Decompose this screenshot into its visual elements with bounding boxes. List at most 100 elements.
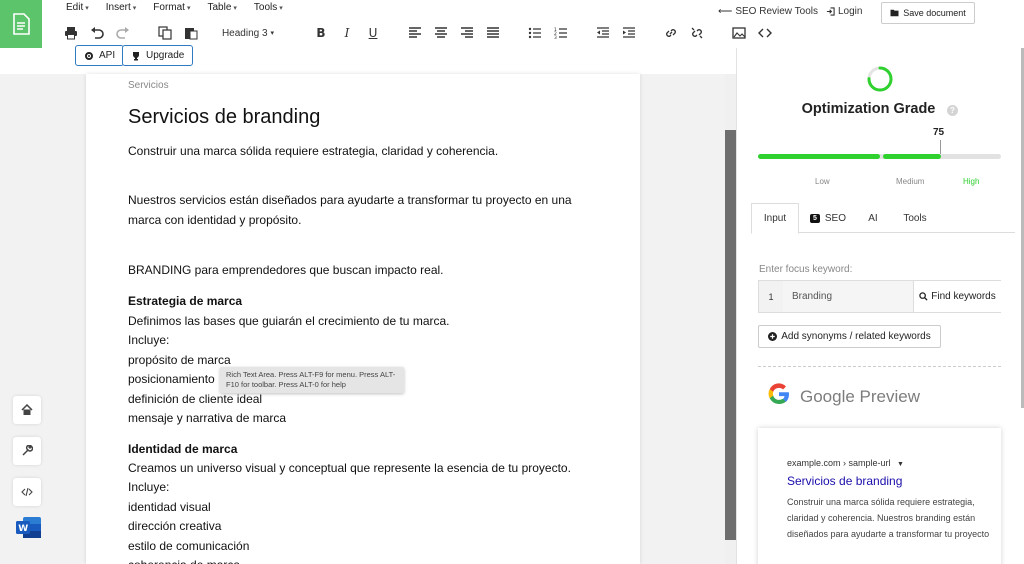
redo-icon[interactable] (116, 24, 130, 42)
menu-insert[interactable]: Insert ▾ (106, 2, 137, 13)
tab-tools[interactable]: Tools (893, 203, 937, 234)
score-marker (940, 140, 941, 154)
upgrade-button-label: Upgrade (146, 50, 185, 61)
preview-title-link[interactable]: Servicios de branding (787, 474, 902, 488)
home-icon (21, 404, 33, 415)
menu-bar: Edit ▾ Insert ▾ Format ▾ Table ▾ Tools ▾ (66, 2, 283, 13)
image-icon[interactable] (732, 24, 746, 42)
wrench-icon (22, 445, 33, 456)
paragraph-line[interactable]: Incluye: (128, 331, 598, 351)
unlink-icon[interactable] (690, 24, 704, 42)
add-synonyms-button[interactable]: Add synonyms / related keywords (758, 325, 941, 348)
menu-format[interactable]: Format ▾ (153, 2, 190, 13)
paragraph-line[interactable]: Incluye: (128, 478, 598, 498)
undo-icon[interactable] (90, 24, 104, 42)
embed-code-button[interactable] (13, 478, 41, 506)
bullet-list-icon[interactable] (528, 24, 542, 42)
add-synonyms-label: Add synonyms / related keywords (781, 331, 931, 342)
list-item[interactable]: estilo de comunicación (128, 537, 598, 557)
underline-icon[interactable]: U (366, 24, 380, 42)
heading-identidad[interactable]: Identidad de marca (128, 440, 598, 460)
optimization-grade-title: Optimization Grade (801, 101, 936, 117)
indent-icon[interactable] (622, 24, 636, 42)
menu-tools[interactable]: Tools ▾ (254, 2, 283, 13)
save-document-button[interactable]: Save document (881, 2, 975, 24)
gear-icon (85, 51, 93, 60)
tab-input-label: Input (763, 213, 787, 224)
focus-keyword-input[interactable] (783, 281, 913, 312)
microsoft-word-icon[interactable]: W (15, 516, 42, 539)
paragraph-intro[interactable]: Construir una marca sólida requiere estr… (128, 142, 598, 162)
api-button[interactable]: API (75, 45, 125, 66)
chevron-down-icon: ▾ (186, 5, 191, 12)
grade-score: 75 (933, 127, 945, 138)
paragraph-services-line1[interactable]: Nuestros servicios están diseñados para … (128, 191, 598, 211)
align-left-icon[interactable] (408, 24, 422, 42)
preview-url: example.com › sample-url ▼ (787, 458, 904, 468)
editor-toolbar: Heading 3 ▾ B I U 123 (60, 24, 780, 42)
numbered-list-icon[interactable]: 123 (554, 24, 568, 42)
source-code-icon[interactable] (758, 24, 772, 42)
paragraph-line[interactable]: Creamos un universo visual y conceptual … (128, 459, 598, 479)
document-title[interactable]: Servicios de branding (128, 106, 320, 129)
code-icon (21, 487, 33, 497)
home-button[interactable] (13, 396, 41, 424)
bold-icon[interactable]: B (314, 24, 328, 42)
editor-scrollbar-thumb[interactable] (725, 130, 736, 540)
find-keywords-button[interactable]: Find keywords (913, 281, 1001, 312)
login-label: Login (838, 6, 863, 17)
grade-label-medium: Medium (896, 177, 925, 186)
print-icon[interactable] (64, 24, 78, 42)
menu-edit-label: Edit (66, 2, 84, 13)
tab-ai[interactable]: AI (859, 203, 887, 234)
seo-count-badge: 5 (809, 214, 820, 223)
settings-button[interactable] (13, 437, 41, 465)
seo-review-tools-link[interactable]: ⟵ SEO Review Tools (718, 6, 818, 17)
chevron-down-icon: ▼ (897, 461, 904, 468)
link-icon[interactable] (664, 24, 678, 42)
preview-description: Construir una marca sólida requiere estr… (787, 497, 990, 539)
paragraph-branding[interactable]: BRANDING para emprendedores que buscan i… (128, 261, 598, 281)
find-keywords-label: Find keywords (931, 291, 996, 302)
list-item[interactable]: dirección creativa (128, 517, 598, 537)
menu-edit[interactable]: Edit ▾ (66, 2, 89, 13)
list-item[interactable]: coherencia de marca (128, 556, 598, 564)
paragraph-line[interactable]: Definimos las bases que guiarán el creci… (128, 312, 598, 332)
api-button-label: API (99, 50, 116, 61)
menu-tools-label: Tools (253, 2, 278, 13)
login-link[interactable]: Login (826, 6, 862, 17)
heading-estrategia[interactable]: Estrategia de marca (128, 292, 598, 312)
menu-table[interactable]: Table ▾ (207, 2, 236, 13)
app-logo-icon[interactable] (0, 0, 42, 48)
heading-select-value: Heading 3 (221, 27, 268, 39)
chevron-down-icon: ▾ (85, 5, 89, 12)
list-item[interactable]: mensaje y narrativa de marca (128, 409, 598, 429)
preview-url-text: example.com › sample-url (787, 458, 891, 468)
help-icon[interactable]: ? (947, 105, 958, 116)
paragraph-services-line2[interactable]: marca con identidad y propósito. (128, 211, 598, 231)
outdent-icon[interactable] (596, 24, 610, 42)
folder-icon (890, 9, 899, 17)
menu-table-label: Table (207, 2, 232, 13)
editor-document[interactable]: Servicios Servicios de branding Construi… (86, 74, 640, 564)
grade-progress-ring (867, 66, 893, 92)
tab-seo[interactable]: 5 SEO (803, 203, 853, 234)
list-item[interactable]: identidad visual (128, 498, 598, 518)
tab-input[interactable]: Input (751, 203, 799, 234)
align-justify-icon[interactable] (486, 24, 500, 42)
align-right-icon[interactable] (460, 24, 474, 42)
chevron-down-icon: ▾ (270, 30, 275, 37)
seo-side-panel: Optimization Grade ? 75 Low Medium High … (736, 48, 1024, 564)
heading-select[interactable]: Heading 3 ▾ (220, 24, 276, 42)
copy-icon[interactable] (158, 24, 172, 42)
paste-icon[interactable] (184, 24, 198, 42)
editor-help-tooltip: Rich Text Area. Press ALT-F9 for menu. P… (220, 367, 404, 393)
breadcrumb: Servicios (128, 80, 169, 91)
google-logo-icon (768, 383, 789, 405)
align-center-icon[interactable] (434, 24, 448, 42)
italic-icon[interactable]: I (340, 24, 354, 42)
google-preview-title: Google Preview (800, 387, 921, 406)
upgrade-button[interactable]: Upgrade (122, 45, 194, 66)
tab-seo-label: SEO (824, 213, 847, 224)
menu-insert-label: Insert (105, 2, 131, 13)
